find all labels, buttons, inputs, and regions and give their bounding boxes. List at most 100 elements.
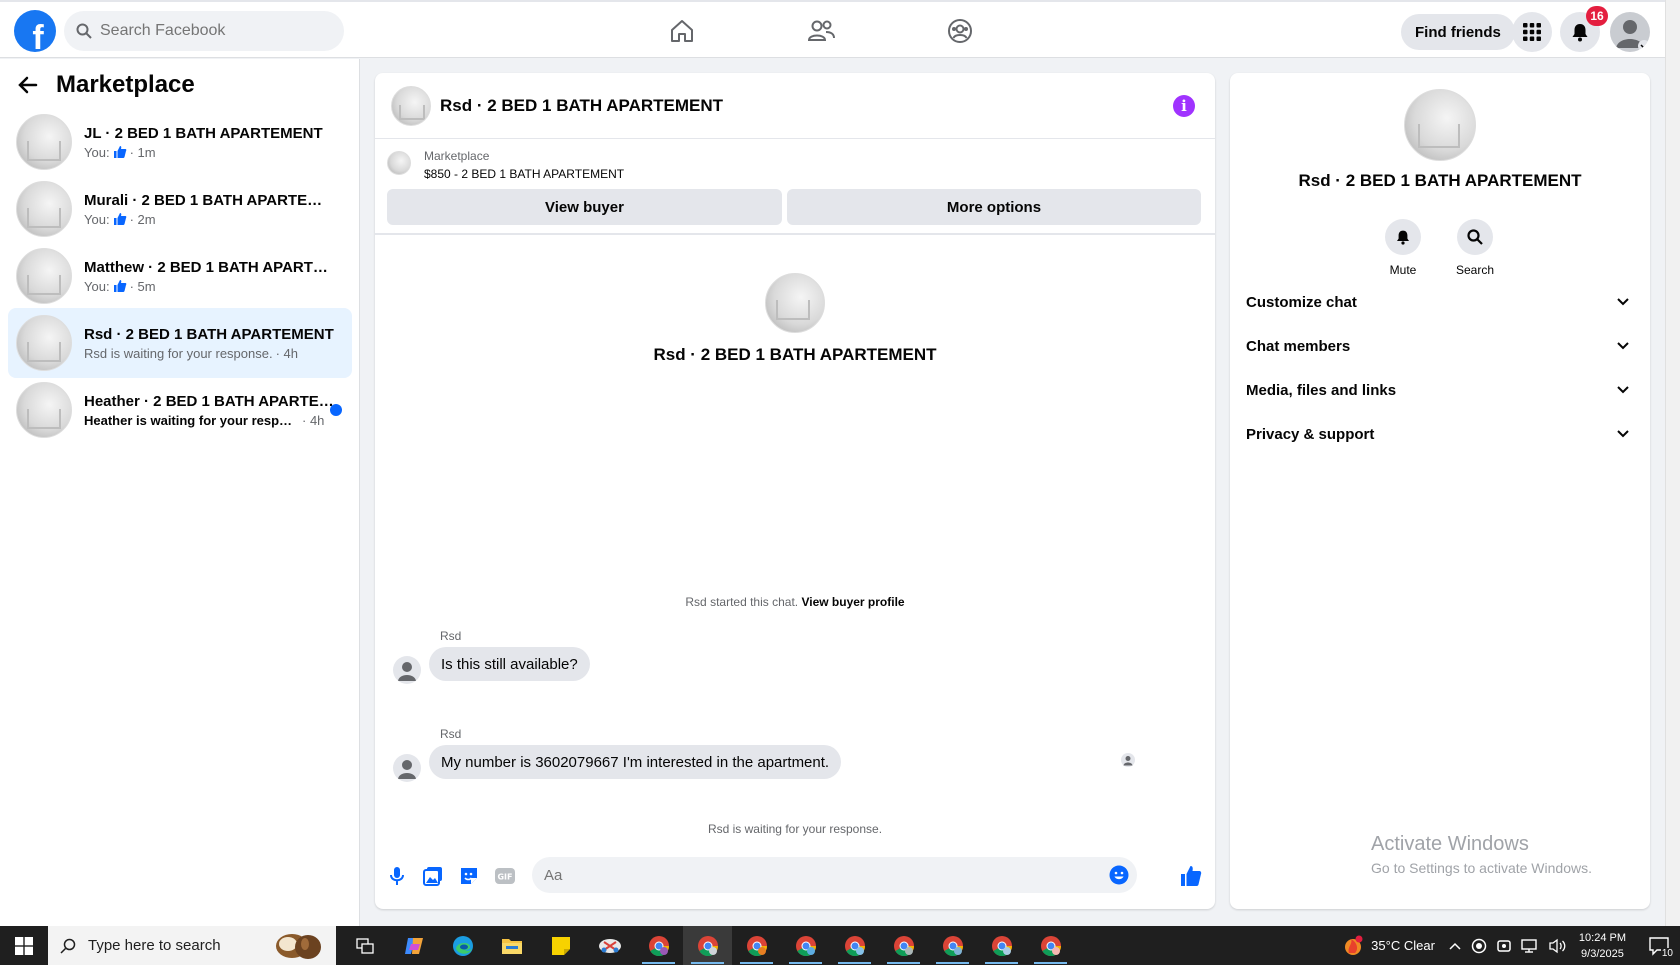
chrome-icon[interactable] (781, 926, 830, 965)
groups-icon[interactable] (938, 10, 982, 52)
emoji-icon[interactable] (1109, 865, 1129, 885)
search-box[interactable] (64, 11, 344, 51)
conversation-item[interactable]: JL · 2 BED 1 BATH APARTEMENT You: · 1m (8, 107, 352, 177)
privacy-support-section[interactable]: Privacy & support (1246, 414, 1634, 454)
chevron-up-icon[interactable] (1449, 942, 1461, 950)
listing-price[interactable]: $850 - 2 BED 1 BATH APARTEMENT (424, 167, 624, 181)
marketplace-sidebar: Marketplace JL · 2 BED 1 BATH APARTEMENT… (0, 59, 360, 926)
profile-avatar[interactable] (1610, 12, 1650, 52)
message-bubble[interactable]: My number is 3602079667 I'm interested i… (429, 745, 842, 779)
thumbs-up-icon (113, 146, 126, 158)
record-icon[interactable] (1471, 938, 1487, 954)
chevron-down-icon (1617, 386, 1629, 394)
chrome-icon[interactable] (732, 926, 781, 965)
like-icon[interactable] (1179, 864, 1203, 888)
chrome-icon[interactable] (683, 926, 732, 965)
chat-avatar[interactable] (391, 85, 431, 126)
windows-taskbar: Type here to search 35°C Clear 10:24 PM … (0, 926, 1680, 965)
conversation-item[interactable]: Heather · 2 BED 1 BATH APARTEMENT Heathe… (8, 375, 352, 445)
message-input-box[interactable] (532, 857, 1137, 893)
friends-icon[interactable] (799, 10, 843, 52)
sender-name: Rsd (440, 727, 462, 741)
chat-details-panel: Rsd · 2 BED 1 BATH APARTEMENT Mute Searc… (1230, 73, 1650, 909)
listing-thumbnail (16, 114, 72, 170)
sender-avatar[interactable] (393, 656, 421, 684)
bell-icon (1572, 24, 1588, 42)
conversation-name: JL · 2 BED 1 BATH APARTEMENT (84, 124, 323, 142)
conversation-item[interactable]: Matthew · 2 BED 1 BATH APARTEMENT You: ·… (8, 241, 352, 311)
photo-icon[interactable] (421, 864, 445, 888)
search-icon (60, 938, 76, 954)
system-tray: 35°C Clear 10:24 PM 9/3/2025 10 (1341, 926, 1680, 965)
chat-title[interactable]: Rsd · 2 BED 1 BATH APARTEMENT (440, 96, 723, 116)
listing-thumbnail[interactable] (387, 151, 411, 175)
chrome-icon[interactable] (977, 926, 1026, 965)
snipping-tool-icon[interactable] (585, 926, 634, 965)
media-files-links-section[interactable]: Media, files and links (1246, 370, 1634, 410)
tray-icons (1449, 938, 1567, 954)
mute-action[interactable]: Mute (1373, 219, 1433, 277)
copilot-icon[interactable] (389, 926, 438, 965)
taskbar-search[interactable]: Type here to search (48, 926, 336, 965)
message-bubble[interactable]: Is this still available? (429, 647, 590, 681)
chrome-icon[interactable] (928, 926, 977, 965)
edge-icon[interactable] (438, 926, 487, 965)
conversation-preview: Rsd is waiting for your response. · 4h (84, 345, 298, 361)
sticker-icon[interactable] (457, 864, 481, 888)
volume-icon[interactable] (1549, 938, 1567, 954)
task-view-icon[interactable] (340, 926, 389, 965)
coconut-icon (276, 934, 321, 959)
conversation-item-active[interactable]: Rsd · 2 BED 1 BATH APARTEMENT Rsd is wai… (8, 308, 352, 378)
search-input[interactable] (100, 22, 320, 40)
view-buyer-profile-link[interactable]: View buyer profile (801, 595, 904, 609)
conversation-preview: Heather is waiting for your response. · … (84, 412, 325, 428)
chrome-icon[interactable] (1026, 926, 1075, 965)
chevron-down-icon (1617, 342, 1629, 350)
find-friends-button[interactable]: Find friends (1401, 14, 1515, 50)
sender-name: Rsd (440, 629, 462, 643)
network-icon[interactable] (1521, 938, 1539, 954)
menu-button[interactable] (1512, 12, 1552, 52)
start-button[interactable] (0, 926, 48, 965)
chrome-icon[interactable] (830, 926, 879, 965)
notification-center[interactable]: 10 (1640, 926, 1680, 965)
file-explorer-icon[interactable] (487, 926, 536, 965)
microphone-icon[interactable] (385, 864, 409, 888)
more-options-button[interactable]: More options (787, 189, 1201, 225)
chrome-icon[interactable] (634, 926, 683, 965)
facebook-logo[interactable]: f (14, 10, 56, 52)
sender-avatar[interactable] (393, 754, 421, 782)
conversation-item[interactable]: Murali · 2 BED 1 BATH APARTEMENT You: · … (8, 174, 352, 244)
thumbs-up-icon (113, 213, 126, 225)
nav-tabs (660, 10, 982, 52)
sidebar-title: Marketplace (56, 71, 195, 98)
sticky-notes-icon[interactable] (536, 926, 585, 965)
chat-started-notice: Rsd started this chat. View buyer profil… (685, 595, 905, 609)
chrome-icon[interactable] (879, 926, 928, 965)
unread-indicator (330, 404, 342, 416)
details-avatar[interactable] (1404, 89, 1476, 161)
windows-logo-icon (15, 936, 33, 955)
hot-weather-icon (1345, 935, 1363, 955)
listing-thumbnail (16, 181, 72, 237)
view-buyer-button[interactable]: View buyer (387, 189, 782, 225)
weather-widget[interactable]: 35°C Clear (1341, 935, 1435, 957)
search-action[interactable]: Search (1445, 219, 1505, 277)
page-scrollbar[interactable] (1665, 0, 1680, 926)
gif-icon[interactable]: GIF (493, 864, 517, 888)
search-icon (76, 23, 92, 39)
info-icon[interactable]: i (1173, 95, 1195, 117)
home-icon[interactable] (660, 10, 704, 52)
taskbar-apps (340, 926, 1075, 965)
chat-members-section[interactable]: Chat members (1246, 326, 1634, 366)
customize-chat-section[interactable]: Customize chat (1246, 282, 1634, 322)
chat-intro: Rsd · 2 BED 1 BATH APARTEMENT (375, 273, 1215, 365)
taskbar-search-placeholder: Type here to search (88, 937, 221, 954)
message-input[interactable] (544, 866, 1084, 884)
taskbar-clock[interactable]: 10:24 PM 9/3/2025 (1579, 930, 1626, 962)
back-arrow-icon[interactable] (18, 75, 38, 95)
search-icon (1467, 229, 1483, 245)
meet-icon[interactable] (1497, 938, 1511, 954)
top-navigation: f Find friends 16 (0, 0, 1665, 58)
thumbs-up-icon (113, 280, 126, 292)
